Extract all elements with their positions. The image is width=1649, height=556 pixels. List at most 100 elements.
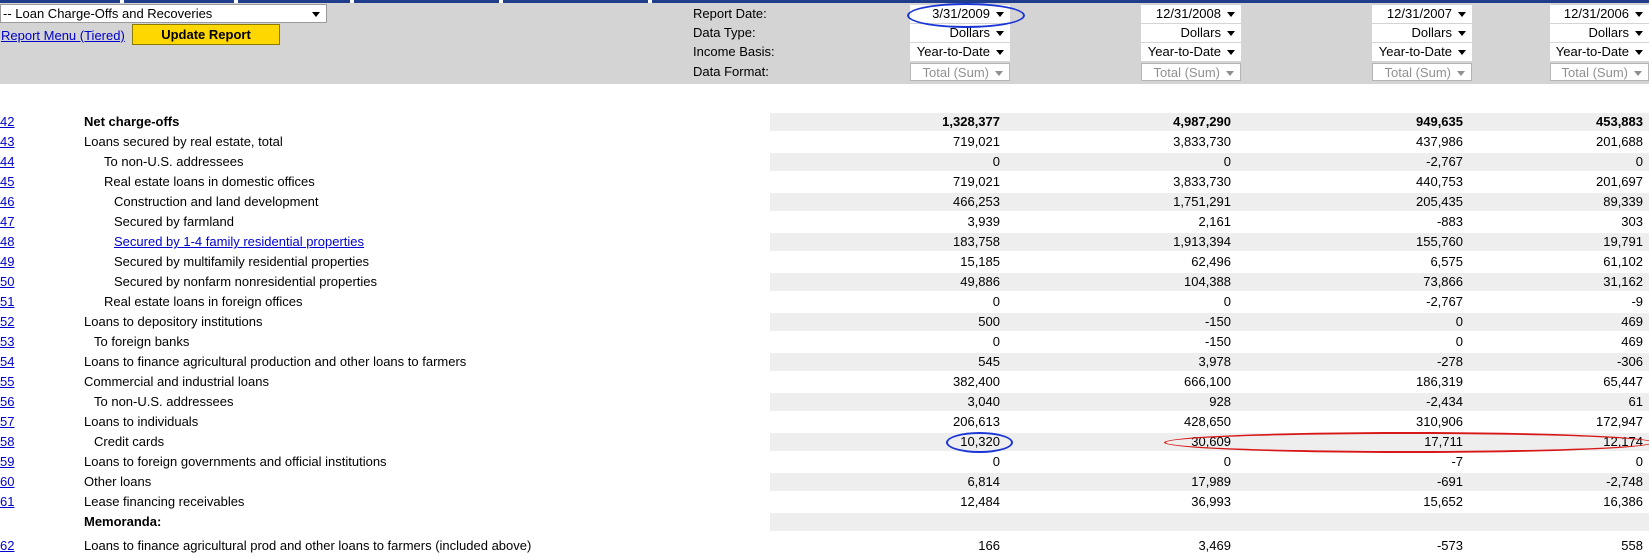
row-number-link[interactable]: 56 (0, 392, 14, 412)
income-basis-select-4[interactable]: Year-to-Date (1550, 43, 1649, 61)
value-cell: 12,174 (1603, 434, 1643, 449)
row-number-link[interactable]: 48 (0, 232, 14, 252)
value-cell: 0 (992, 294, 1000, 309)
chevron-down-icon (1227, 31, 1235, 36)
row-number-link[interactable]: 60 (0, 472, 14, 492)
row-number-link[interactable]: 57 (0, 412, 14, 432)
row-label: Secured by nonfarm nonresidential proper… (114, 274, 378, 289)
value-cell: -306 (1616, 354, 1643, 369)
row-number-link[interactable]: 49 (0, 252, 14, 272)
row-label-link[interactable]: Secured by 1-4 family residential proper… (114, 232, 364, 252)
value-cell: 0 (992, 154, 1000, 169)
data-format-select-1[interactable]: Total (Sum) (910, 63, 1010, 81)
row-number-link[interactable]: 44 (0, 152, 14, 172)
row-number-link[interactable]: 53 (0, 332, 14, 352)
value-cell: 949,635 (1416, 114, 1463, 129)
chevron-down-icon (1635, 12, 1643, 17)
income-basis-select-1[interactable]: Year-to-Date (910, 43, 1010, 61)
row-band (770, 293, 1649, 311)
data-format-label: Data Format: (693, 64, 769, 79)
data-format-select-3[interactable]: Total (Sum) (1372, 63, 1472, 81)
table-row: 42 Net charge-offs 1,328,377 4,987,290 949,6… (0, 112, 1649, 132)
value-cell: -883 (1436, 214, 1463, 229)
income-basis-value: Year-to-Date (1555, 44, 1629, 59)
value-cell: 0 (1223, 154, 1231, 169)
data-type-select-3[interactable]: Dollars (1372, 24, 1472, 42)
table-row: 62 Loans to finance agricultural prod and… (0, 536, 1649, 556)
chevron-down-icon (1458, 31, 1466, 36)
table-row: 60 Other loans 6,814 17,989 -691 -2,748 (0, 472, 1649, 492)
value-cell: 0 (1223, 294, 1231, 309)
value-cell: 303 (1621, 214, 1643, 229)
row-number-link[interactable]: 61 (0, 492, 14, 512)
data-format-select-4[interactable]: Total (Sum) (1550, 63, 1649, 81)
value-cell: 36,993 (1191, 494, 1231, 509)
report-date-select-4[interactable]: 12/31/2006 (1550, 5, 1649, 23)
value-cell: 500 (978, 314, 1000, 329)
row-number-link[interactable]: 45 (0, 172, 14, 192)
income-basis-label: Income Basis: (693, 44, 775, 59)
row-number-link[interactable]: 47 (0, 212, 14, 232)
value-cell: 61 (1628, 394, 1643, 409)
value-cell: -7 (1451, 454, 1463, 469)
row-number-link[interactable]: 55 (0, 372, 14, 392)
row-number-link[interactable]: 50 (0, 272, 14, 292)
value-cell: 666,100 (1184, 374, 1231, 389)
income-basis-select-2[interactable]: Year-to-Date (1141, 43, 1241, 61)
row-label: Secured by multifamily residential prope… (114, 254, 370, 269)
row-number-link[interactable]: 62 (0, 536, 14, 556)
value-cell: 205,435 (1416, 194, 1463, 209)
data-type-select-1[interactable]: Dollars (910, 24, 1010, 42)
data-format-value: Total (Sum) (1561, 65, 1628, 80)
row-number-link[interactable]: 54 (0, 352, 14, 372)
report-menu-link[interactable]: Report Menu (Tiered) (1, 28, 125, 43)
value-cell: 31,162 (1603, 274, 1643, 289)
value-cell: 466,253 (953, 194, 1000, 209)
value-cell: 0 (1635, 454, 1643, 469)
report-date-select-3[interactable]: 12/31/2007 (1372, 5, 1472, 23)
report-date-select-1[interactable]: 3/31/2009 (910, 5, 1010, 23)
data-type-value: Dollars (1180, 25, 1221, 40)
value-cell: 65,447 (1603, 374, 1643, 389)
data-format-select-2[interactable]: Total (Sum) (1141, 63, 1241, 81)
row-number-link[interactable]: 43 (0, 132, 14, 152)
table-row: 58 Credit cards 10,320 30,609 17,711 12,174 (0, 432, 1649, 452)
report-select[interactable]: -- Loan Charge-Offs and Recoveries (0, 4, 327, 23)
row-number-link[interactable]: 46 (0, 192, 14, 212)
value-cell: 186,319 (1416, 374, 1463, 389)
row-label: Loans to individuals (84, 414, 199, 429)
data-type-select-2[interactable]: Dollars (1141, 24, 1241, 42)
row-label: Credit cards (94, 434, 165, 449)
report-date-select-2[interactable]: 12/31/2008 (1141, 5, 1241, 23)
value-cell: 0 (992, 454, 1000, 469)
value-cell: 3,833,730 (1173, 174, 1231, 189)
value-cell: 3,939 (967, 214, 1000, 229)
value-cell: 15,652 (1423, 494, 1463, 509)
value-cell: 0 (1455, 334, 1463, 349)
value-cell: 0 (1223, 454, 1231, 469)
chevron-down-icon (996, 50, 1004, 55)
table-row: 55 Commercial and industrial loans 382,400… (0, 372, 1649, 392)
value-cell: -150 (1204, 334, 1231, 349)
value-cell: 428,650 (1184, 414, 1231, 429)
row-number-link[interactable]: 51 (0, 292, 14, 312)
value-cell: -2,767 (1426, 294, 1463, 309)
chevron-down-icon (1634, 71, 1642, 76)
data-type-select-4[interactable]: Dollars (1550, 24, 1649, 42)
value-cell: 3,469 (1198, 538, 1231, 553)
value-cell: 73,866 (1423, 274, 1463, 289)
income-basis-select-3[interactable]: Year-to-Date (1372, 43, 1472, 61)
value-cell: 1,913,394 (1173, 234, 1231, 249)
row-label: Loans to depository institutions (84, 314, 263, 329)
value-cell: 6,575 (1430, 254, 1463, 269)
row-number-link[interactable]: 59 (0, 452, 14, 472)
value-cell: -691 (1436, 474, 1463, 489)
chevron-down-icon (1457, 71, 1465, 76)
row-number-link[interactable]: 52 (0, 312, 14, 332)
row-number-link[interactable]: 42 (0, 112, 14, 132)
chevron-down-icon (1227, 50, 1235, 55)
value-cell: 0 (1635, 154, 1643, 169)
update-report-button[interactable]: Update Report (132, 24, 280, 45)
report-date-value: 12/31/2007 (1386, 6, 1452, 21)
row-number-link[interactable]: 58 (0, 432, 14, 452)
